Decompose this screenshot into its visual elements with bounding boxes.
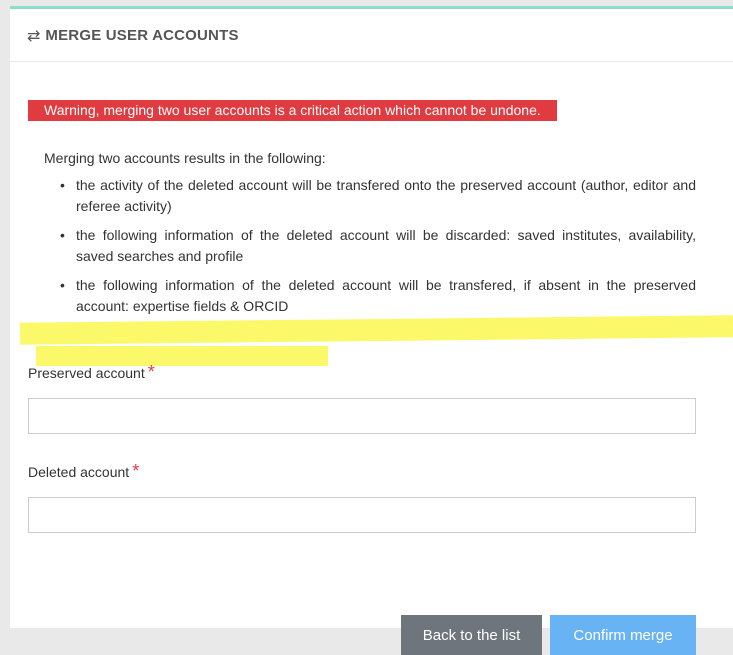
swap-arrows-icon: ⇄ [27, 25, 41, 45]
required-mark: * [147, 362, 155, 382]
required-mark: * [132, 461, 140, 481]
intro-text: Merging two accounts results in the foll… [44, 150, 326, 166]
warning-banner: Warning, merging two user accounts is a … [28, 100, 557, 121]
list-item: • the following information of the delete… [60, 277, 696, 314]
back-to-list-button[interactable]: Back to the list [401, 615, 542, 655]
consequences-list: • the activity of the deleted account wil… [60, 175, 696, 325]
list-item: • the following information of the delete… [60, 227, 696, 264]
card-header: ⇄ MERGE USER ACCOUNTS [10, 9, 733, 62]
preserved-account-input[interactable] [28, 398, 696, 434]
confirm-merge-button[interactable]: Confirm merge [550, 615, 696, 655]
list-item: • the activity of the deleted account wil… [60, 177, 696, 214]
page-title: MERGE USER ACCOUNTS [45, 26, 239, 44]
deleted-account-label: Deleted account * [28, 461, 140, 481]
merge-accounts-card: ⇄ MERGE USER ACCOUNTS Warning, merging t… [10, 6, 733, 655]
deleted-account-input[interactable] [28, 497, 696, 533]
preserved-account-label: Preserved account * [28, 362, 155, 382]
